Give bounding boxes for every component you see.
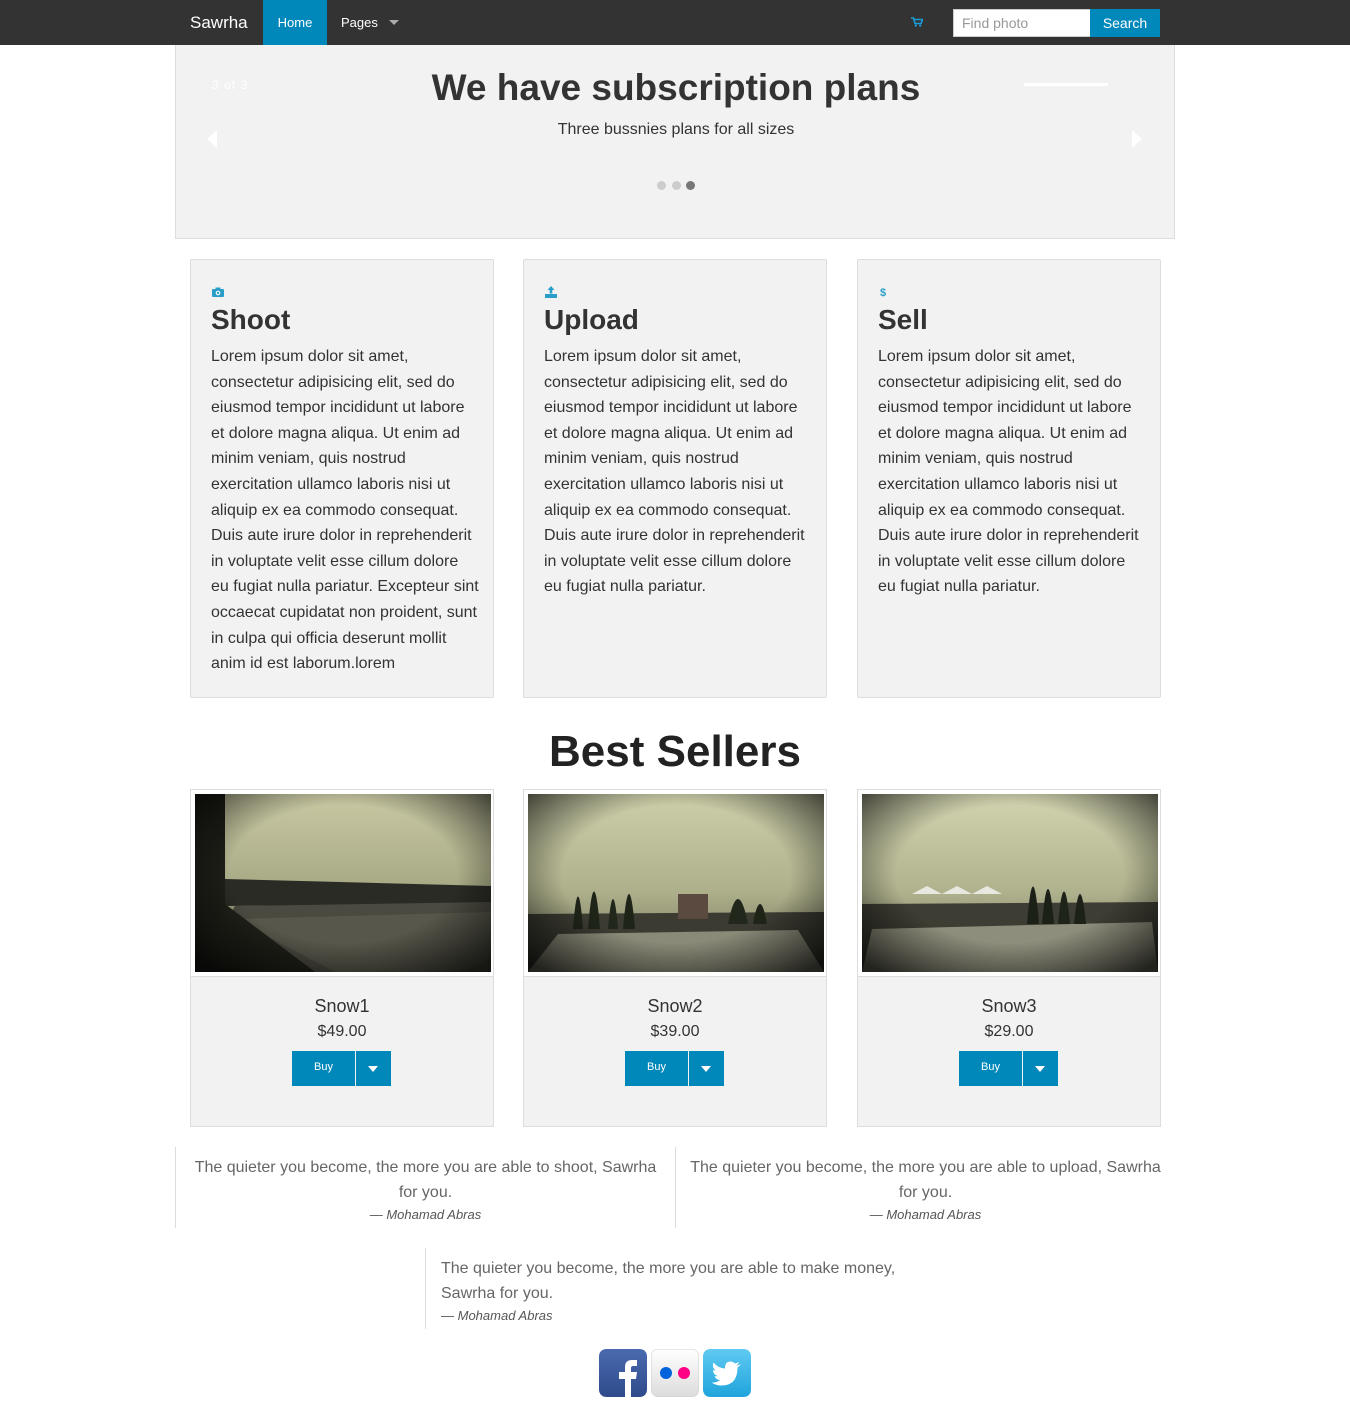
carousel-dot-2[interactable] (672, 181, 681, 190)
flickr-icon (651, 1349, 699, 1397)
product-price: $29.00 (984, 1023, 1034, 1040)
quote-upload: The quieter you become, the more you are… (675, 1147, 1175, 1228)
product-thumbnail[interactable] (523, 789, 827, 977)
search-input[interactable] (953, 9, 1091, 37)
snow-photo-2 (528, 794, 824, 972)
snow-photo-3 (862, 794, 1158, 972)
dollar-icon: $ (880, 287, 886, 299)
quote-text: The quieter you become, the more you are… (194, 1159, 657, 1201)
buy-button-group: Buy (292, 1051, 391, 1086)
carousel-title: We have subscription plans (431, 67, 921, 108)
carousel-subtitle: Three bussnies plans for all sizes (557, 121, 795, 138)
caret-down-icon (1035, 1066, 1045, 1072)
facebook-link[interactable] (599, 1349, 647, 1397)
carousel-prev-icon[interactable] (207, 130, 217, 148)
feature-title: Shoot (211, 304, 291, 335)
quote-shoot: The quieter you become, the more you are… (175, 1147, 675, 1228)
buy-button[interactable]: Buy (292, 1051, 355, 1086)
quote-author: — Mohamad Abras (369, 1207, 482, 1222)
svg-text:$: $ (880, 287, 886, 299)
carousel: 3 of 3 We have subscription plans Three … (175, 45, 1175, 239)
product-card-snow2: Snow2 $39.00 Buy (523, 789, 827, 1127)
feature-text: Lorem ipsum dolor sit amet, consectetur … (878, 348, 1139, 596)
quote-author: — Mohamad Abras (869, 1207, 982, 1222)
quote-text: The quieter you become, the more you are… (441, 1260, 896, 1302)
carousel-dot-3[interactable] (686, 181, 695, 190)
buy-button[interactable]: Buy (959, 1051, 1022, 1086)
navbar: Sawrha Home Pages Search (0, 0, 1350, 45)
quote-text: The quieter you become, the more you are… (690, 1159, 1161, 1201)
feature-title: Upload (544, 304, 639, 335)
product-card-snow3: Snow3 $29.00 Buy (857, 789, 1161, 1127)
twitter-link[interactable] (703, 1349, 751, 1397)
twitter-icon (703, 1349, 751, 1397)
quote-make-money: The quieter you become, the more you are… (425, 1248, 905, 1329)
snow-photo-1 (195, 794, 491, 972)
buy-dropdown-toggle[interactable] (1023, 1051, 1058, 1086)
buy-button-group: Buy (625, 1051, 724, 1086)
best-sellers-title: Best Sellers (549, 727, 801, 776)
feature-text: Lorem ipsum dolor sit amet, consectetur … (211, 348, 479, 673)
buy-dropdown-toggle[interactable] (356, 1051, 391, 1086)
search-button[interactable]: Search (1090, 9, 1160, 37)
product-price: $49.00 (317, 1023, 367, 1040)
brand-link[interactable]: Sawrha (190, 0, 248, 45)
carousel-next-icon[interactable] (1132, 130, 1142, 148)
buy-button[interactable]: Buy (625, 1051, 688, 1086)
product-price: $39.00 (650, 1023, 700, 1040)
product-thumbnail[interactable] (857, 789, 1161, 977)
product-name: Snow2 (647, 996, 703, 1016)
nav-item-home[interactable]: Home (263, 0, 327, 45)
buy-button-group: Buy (959, 1051, 1058, 1086)
buy-dropdown-toggle[interactable] (689, 1051, 724, 1086)
nav-item-pages[interactable]: Pages (341, 0, 378, 45)
product-card-snow1: Snow1 $49.00 Buy (190, 789, 494, 1127)
feature-card-sell: $ Sell Lorem ipsum dolor sit amet, conse… (857, 259, 1161, 698)
camera-icon (212, 287, 224, 297)
feature-title: Sell (878, 304, 928, 335)
product-thumbnail[interactable] (190, 789, 494, 977)
carousel-dot-1[interactable] (657, 181, 666, 190)
cart-icon[interactable] (911, 17, 923, 27)
flickr-link[interactable] (651, 1349, 699, 1397)
feature-text: Lorem ipsum dolor sit amet, consectetur … (544, 348, 805, 596)
product-name: Snow3 (981, 996, 1037, 1016)
facebook-icon (599, 1349, 647, 1397)
feature-card-upload: Upload Lorem ipsum dolor sit amet, conse… (523, 259, 827, 698)
caret-down-icon (368, 1066, 378, 1072)
quote-author: — Mohamad Abras (441, 1308, 553, 1323)
upload-icon (545, 286, 557, 298)
product-name: Snow1 (314, 996, 370, 1016)
caret-down-icon (701, 1066, 711, 1072)
chevron-down-icon[interactable] (389, 20, 399, 25)
feature-card-shoot: Shoot Lorem ipsum dolor sit amet, consec… (190, 259, 494, 698)
